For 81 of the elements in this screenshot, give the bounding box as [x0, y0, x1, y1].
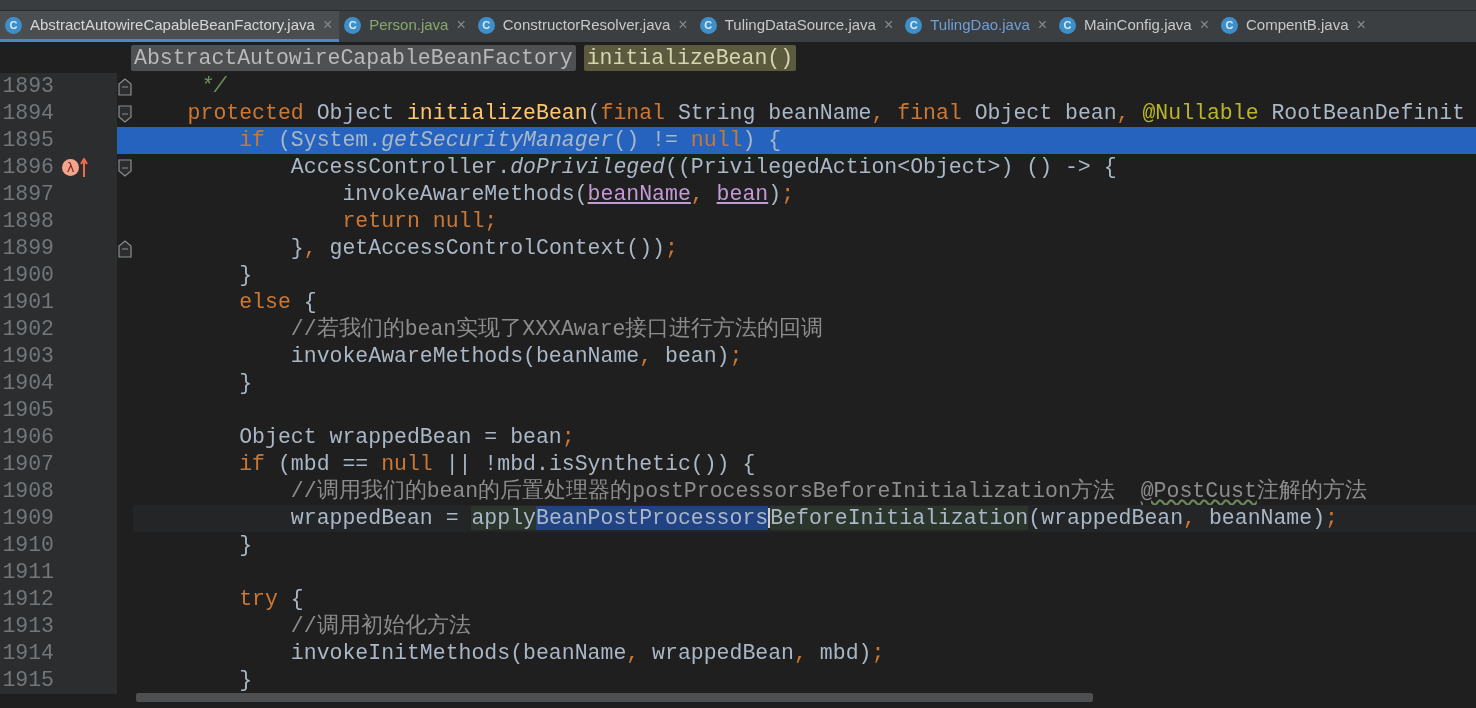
class-icon: C: [699, 16, 717, 34]
code-line: */: [199, 74, 227, 98]
line-number: 1900: [1, 262, 55, 289]
line-number: 1907: [1, 451, 55, 478]
file-tab[interactable]: C MainConfig.java ×: [1054, 11, 1216, 42]
code-line: }: [238, 533, 253, 557]
line-number: 1899: [1, 235, 55, 262]
class-icon: C: [5, 16, 22, 34]
file-tab[interactable]: C AbstractAutowireCapableBeanFactory.java ×: [0, 11, 340, 42]
code-line: invokeAwareMethods(beanName, bean);: [341, 182, 795, 206]
arrow-up-icon[interactable]: [80, 157, 88, 178]
class-icon: C: [1221, 16, 1238, 34]
code-line: }: [238, 371, 253, 395]
fold-icon[interactable]: [118, 158, 132, 177]
close-icon[interactable]: ×: [1356, 13, 1366, 37]
line-number: 1910: [1, 532, 55, 559]
line-number: 1901: [1, 289, 55, 316]
code-line: invokeInitMethods(beanName, wrappedBean, mbd);: [289, 641, 885, 665]
line-number: 1912: [1, 586, 55, 613]
line-number: 1908: [1, 478, 55, 505]
code-line: if (mbd == null || !mbd.isSynthetic()) {: [238, 452, 756, 476]
line-number: 1913: [1, 613, 55, 640]
code-line: wrappedBean = applyBeanPostProcessors BeforeInitialization(wrappedBean, beanName);: [289, 506, 1338, 530]
code-line: }: [238, 263, 253, 287]
tab-label: MainConfig.java: [1084, 14, 1192, 35]
line-number: 1894: [1, 100, 55, 127]
class-icon: C: [344, 16, 362, 34]
code-line: return null;: [341, 209, 498, 233]
line-number: 1898: [1, 208, 55, 235]
close-icon[interactable]: ×: [1037, 13, 1048, 37]
line-number: 1911: [1, 559, 55, 586]
close-icon[interactable]: ×: [883, 13, 894, 37]
line-number: 1893: [1, 73, 55, 100]
fold-end-icon[interactable]: [118, 239, 132, 258]
code-line: protected Object initializeBean(final String beanName, final Object bean, @Nullable RootBeanDefinit: [186, 101, 1465, 125]
close-icon[interactable]: ×: [456, 13, 466, 37]
code-line: invokeAwareMethods(beanName, bean);: [289, 344, 743, 368]
line-number: 1896: [1, 154, 55, 181]
code-line: AccessController.doPrivileged((PrivilegedAction<Object>) () -> {: [289, 155, 1117, 179]
file-tab[interactable]: C ConstructorResolver.java ×: [472, 11, 695, 42]
code-line: Object wrappedBean = bean;: [238, 425, 575, 449]
tab-label: TulingDataSource.java: [724, 14, 876, 35]
code-line: }, getAccessControlContext());: [289, 236, 678, 260]
code-line: //若我们的bean实现了XXXAware接口进行方法的回调: [289, 317, 824, 341]
scrollbar[interactable]: [136, 693, 1093, 702]
line-number: 1909: [1, 505, 55, 532]
class-icon: C: [905, 16, 923, 34]
line-number: 1905: [1, 397, 55, 424]
breadcrumb[interactable]: AbstractAutowireCapableBeanFactory: [131, 44, 576, 71]
close-icon[interactable]: ×: [1199, 13, 1209, 37]
line-number: 1904: [1, 370, 55, 397]
file-tab[interactable]: C TulingDataSource.java ×: [694, 11, 901, 42]
line-number: 1915: [1, 667, 55, 694]
code-line: //调用初始化方法: [289, 614, 471, 638]
tab-label: AbstractAutowireCapableBeanFactory.java: [30, 14, 315, 35]
lambda-icon[interactable]: λ: [62, 159, 79, 176]
line-number: 1902: [1, 316, 55, 343]
tab-label: CompentB.java: [1246, 14, 1349, 35]
fold-icon[interactable]: [118, 104, 132, 123]
line-number: 1914: [1, 640, 55, 667]
line-number: 1903: [1, 343, 55, 370]
close-icon[interactable]: ×: [678, 13, 688, 37]
code-line: //调用我们的bean的后置处理器的postProcessorsBeforeInitialization方法 @PostCust注解的方法: [289, 479, 1367, 503]
line-number: 1895: [1, 127, 55, 154]
file-tab[interactable]: C CompentB.java ×: [1216, 11, 1373, 42]
tab-label: ConstructorResolver.java: [502, 14, 671, 35]
code-line: if (System.getSecurityManager() != null) {: [238, 128, 782, 152]
tab-label: Person.java: [369, 14, 449, 35]
breadcrumb[interactable]: initializeBean(): [583, 44, 797, 71]
class-icon: C: [1059, 16, 1077, 34]
class-icon: C: [477, 16, 495, 34]
file-tab[interactable]: C TulingDao.java ×: [900, 11, 1055, 42]
line-number: 1906: [1, 424, 55, 451]
code-line: }: [238, 668, 253, 692]
fold-end-icon[interactable]: [118, 77, 132, 96]
code-line: try {: [238, 587, 304, 611]
file-tab[interactable]: C Person.java ×: [339, 11, 473, 42]
tab-label: TulingDao.java: [930, 14, 1030, 35]
line-number: 1897: [1, 181, 55, 208]
code-line: else {: [238, 290, 317, 314]
close-icon[interactable]: ×: [322, 13, 333, 37]
